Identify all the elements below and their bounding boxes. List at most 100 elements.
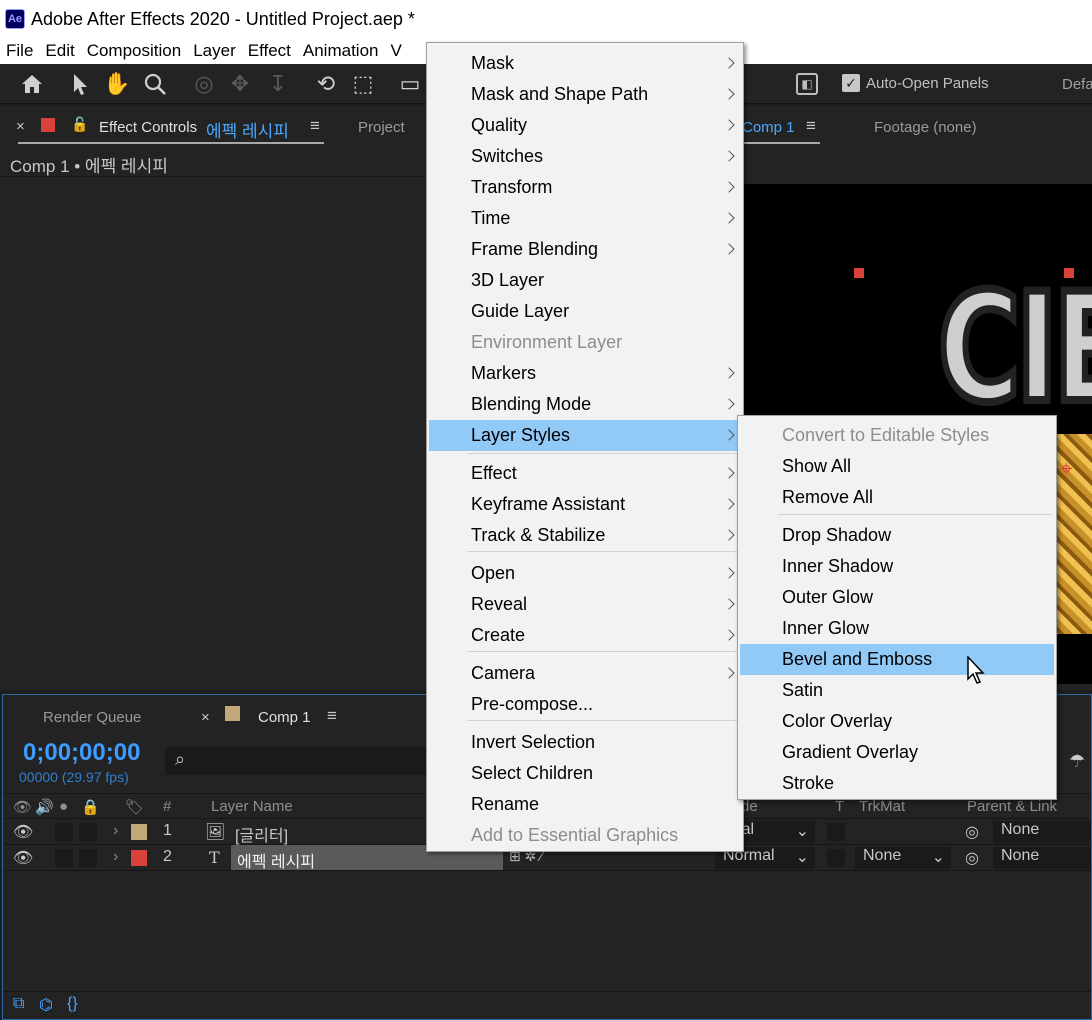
menu-item-drop-shadow[interactable]: Drop Shadow: [740, 520, 1054, 551]
solo-icon[interactable]: ●: [59, 798, 68, 815]
motion-blur-icon[interactable]: ☂: [1069, 751, 1085, 772]
rectangle-icon[interactable]: ▭: [396, 70, 424, 98]
solo-toggle[interactable]: [55, 823, 73, 841]
menu-item-reveal[interactable]: Reveal: [429, 589, 741, 620]
menu-item-gradient-overlay[interactable]: Gradient Overlay: [740, 737, 1054, 768]
audio-icon[interactable]: 🔊: [35, 798, 54, 816]
checkbox-checked-icon[interactable]: ✓: [842, 74, 860, 92]
menu-effect[interactable]: Effect: [242, 41, 297, 61]
menu-item-time[interactable]: Time: [429, 203, 741, 234]
zoom-icon[interactable]: [141, 70, 169, 98]
menu-item-select-children[interactable]: Select Children: [429, 758, 741, 789]
menu-item-stroke[interactable]: Stroke: [740, 768, 1054, 799]
expand-chevron-icon[interactable]: ›: [113, 848, 118, 866]
layer-name[interactable]: [글리터]: [235, 822, 288, 846]
menu-item-mask[interactable]: Mask: [429, 48, 741, 79]
label-tag-icon[interactable]: 🏷: [125, 798, 144, 816]
solo-toggle[interactable]: [55, 849, 73, 867]
current-time-display[interactable]: 0;00;00;00: [23, 739, 140, 767]
rotate-icon[interactable]: ⟲: [312, 70, 340, 98]
menu-edit[interactable]: Edit: [39, 41, 80, 61]
close-icon[interactable]: ×: [16, 118, 25, 135]
menu-file[interactable]: File: [0, 41, 39, 61]
menu-item-inner-shadow[interactable]: Inner Shadow: [740, 551, 1054, 582]
menu-item-effect[interactable]: Effect: [429, 458, 741, 489]
effect-controls-target[interactable]: 에펙 레시피: [206, 117, 289, 142]
menu-item-markers[interactable]: Markers: [429, 358, 741, 389]
panel-menu-icon[interactable]: ≡: [806, 116, 816, 136]
selection-arrow-icon[interactable]: [66, 70, 94, 98]
lock-icon[interactable]: 🔓: [71, 116, 88, 133]
orbit-icon[interactable]: ◎: [190, 70, 218, 98]
menu-item-remove-all[interactable]: Remove All: [740, 482, 1054, 513]
pan-icon[interactable]: ✥: [226, 70, 254, 98]
parent-pickwhip-icon[interactable]: ◎: [965, 848, 979, 868]
menu-item-show-all[interactable]: Show All: [740, 451, 1054, 482]
preserve-transparency-toggle[interactable]: [827, 849, 845, 867]
menu-item-blending-mode[interactable]: Blending Mode: [429, 389, 741, 420]
parent-dropdown[interactable]: None: [993, 821, 1091, 843]
menu-item-frame-blending[interactable]: Frame Blending: [429, 234, 741, 265]
menu-item-satin[interactable]: Satin: [740, 675, 1054, 706]
parent-dropdown[interactable]: None: [993, 847, 1091, 869]
menu-item-transform[interactable]: Transform: [429, 172, 741, 203]
menu-item-open[interactable]: Open: [429, 558, 741, 589]
tab-comp-timeline[interactable]: Comp 1: [258, 709, 311, 726]
expand-switches-icon[interactable]: {}: [67, 995, 78, 1013]
menu-item-rename[interactable]: Rename: [429, 789, 741, 820]
menu-item-guide-layer[interactable]: Guide Layer: [429, 296, 741, 327]
comp-flowchart-icon[interactable]: ⧉: [13, 995, 24, 1013]
panel-menu-icon[interactable]: ≡: [310, 116, 320, 136]
layer-search-input[interactable]: ⌕: [165, 747, 435, 775]
hand-icon[interactable]: ✋: [103, 70, 131, 98]
lock-toggle[interactable]: [79, 849, 97, 867]
menu-item-quality[interactable]: Quality: [429, 110, 741, 141]
lock-icon[interactable]: 🔒: [81, 798, 100, 816]
layer-label-swatch[interactable]: [131, 850, 147, 866]
render-time-icon[interactable]: ⌬: [39, 995, 53, 1015]
auto-open-panels-toggle[interactable]: ✓ Auto-Open Panels: [842, 74, 989, 92]
menu-item-keyframe-assistant[interactable]: Keyframe Assistant: [429, 489, 741, 520]
menu-item-mask-and-shape-path[interactable]: Mask and Shape Path: [429, 79, 741, 110]
eye-icon[interactable]: 👁: [13, 822, 33, 842]
menu-animation[interactable]: Animation: [297, 41, 385, 61]
menu-item-pre-compose[interactable]: Pre-compose...: [429, 689, 741, 720]
column-layer-name[interactable]: Layer Name: [211, 798, 293, 815]
tab-render-queue[interactable]: Render Queue: [43, 709, 141, 726]
tab-effect-controls[interactable]: Effect Controls: [99, 119, 197, 136]
layer-name[interactable]: 에펙 레시피: [237, 848, 315, 872]
menu-item-track-stabilize[interactable]: Track & Stabilize: [429, 520, 741, 551]
anchor-point-icon[interactable]: ⌖: [1060, 456, 1072, 482]
menu-item-layer-styles[interactable]: Layer Styles: [429, 420, 741, 451]
panel-menu-icon[interactable]: ≡: [327, 706, 337, 726]
share-icon[interactable]: ◧: [796, 73, 818, 95]
menu-item-invert-selection[interactable]: Invert Selection: [429, 727, 741, 758]
menu-item-color-overlay[interactable]: Color Overlay: [740, 706, 1054, 737]
menu-view[interactable]: V: [385, 41, 408, 61]
menu-item-create[interactable]: Create: [429, 620, 741, 651]
expand-chevron-icon[interactable]: ›: [113, 822, 118, 840]
pan-behind-icon[interactable]: ⬚: [349, 70, 377, 98]
menu-composition[interactable]: Composition: [81, 41, 188, 61]
eye-icon[interactable]: 👁: [13, 798, 32, 816]
menu-item-switches[interactable]: Switches: [429, 141, 741, 172]
lock-toggle[interactable]: [79, 823, 97, 841]
tab-composition[interactable]: Comp 1: [742, 119, 795, 136]
layer-label-swatch[interactable]: [131, 824, 147, 840]
close-icon[interactable]: ×: [201, 709, 210, 726]
tab-footage[interactable]: Footage (none): [874, 119, 977, 136]
menu-item-bevel-and-emboss[interactable]: Bevel and Emboss: [740, 644, 1054, 675]
home-icon[interactable]: [18, 70, 46, 98]
dolly-icon[interactable]: ↧: [264, 70, 292, 98]
preserve-transparency-toggle[interactable]: [827, 823, 845, 841]
menu-item-inner-glow[interactable]: Inner Glow: [740, 613, 1054, 644]
tab-project[interactable]: Project: [358, 119, 405, 136]
parent-pickwhip-icon[interactable]: ◎: [965, 822, 979, 842]
bounding-handle[interactable]: [854, 268, 864, 278]
trkmat-dropdown[interactable]: None ⌄: [855, 847, 951, 869]
menu-layer[interactable]: Layer: [187, 41, 242, 61]
menu-item-camera[interactable]: Camera: [429, 658, 741, 689]
eye-icon[interactable]: 👁: [13, 848, 33, 868]
menu-item-outer-glow[interactable]: Outer Glow: [740, 582, 1054, 613]
menu-item-3d-layer[interactable]: 3D Layer: [429, 265, 741, 296]
